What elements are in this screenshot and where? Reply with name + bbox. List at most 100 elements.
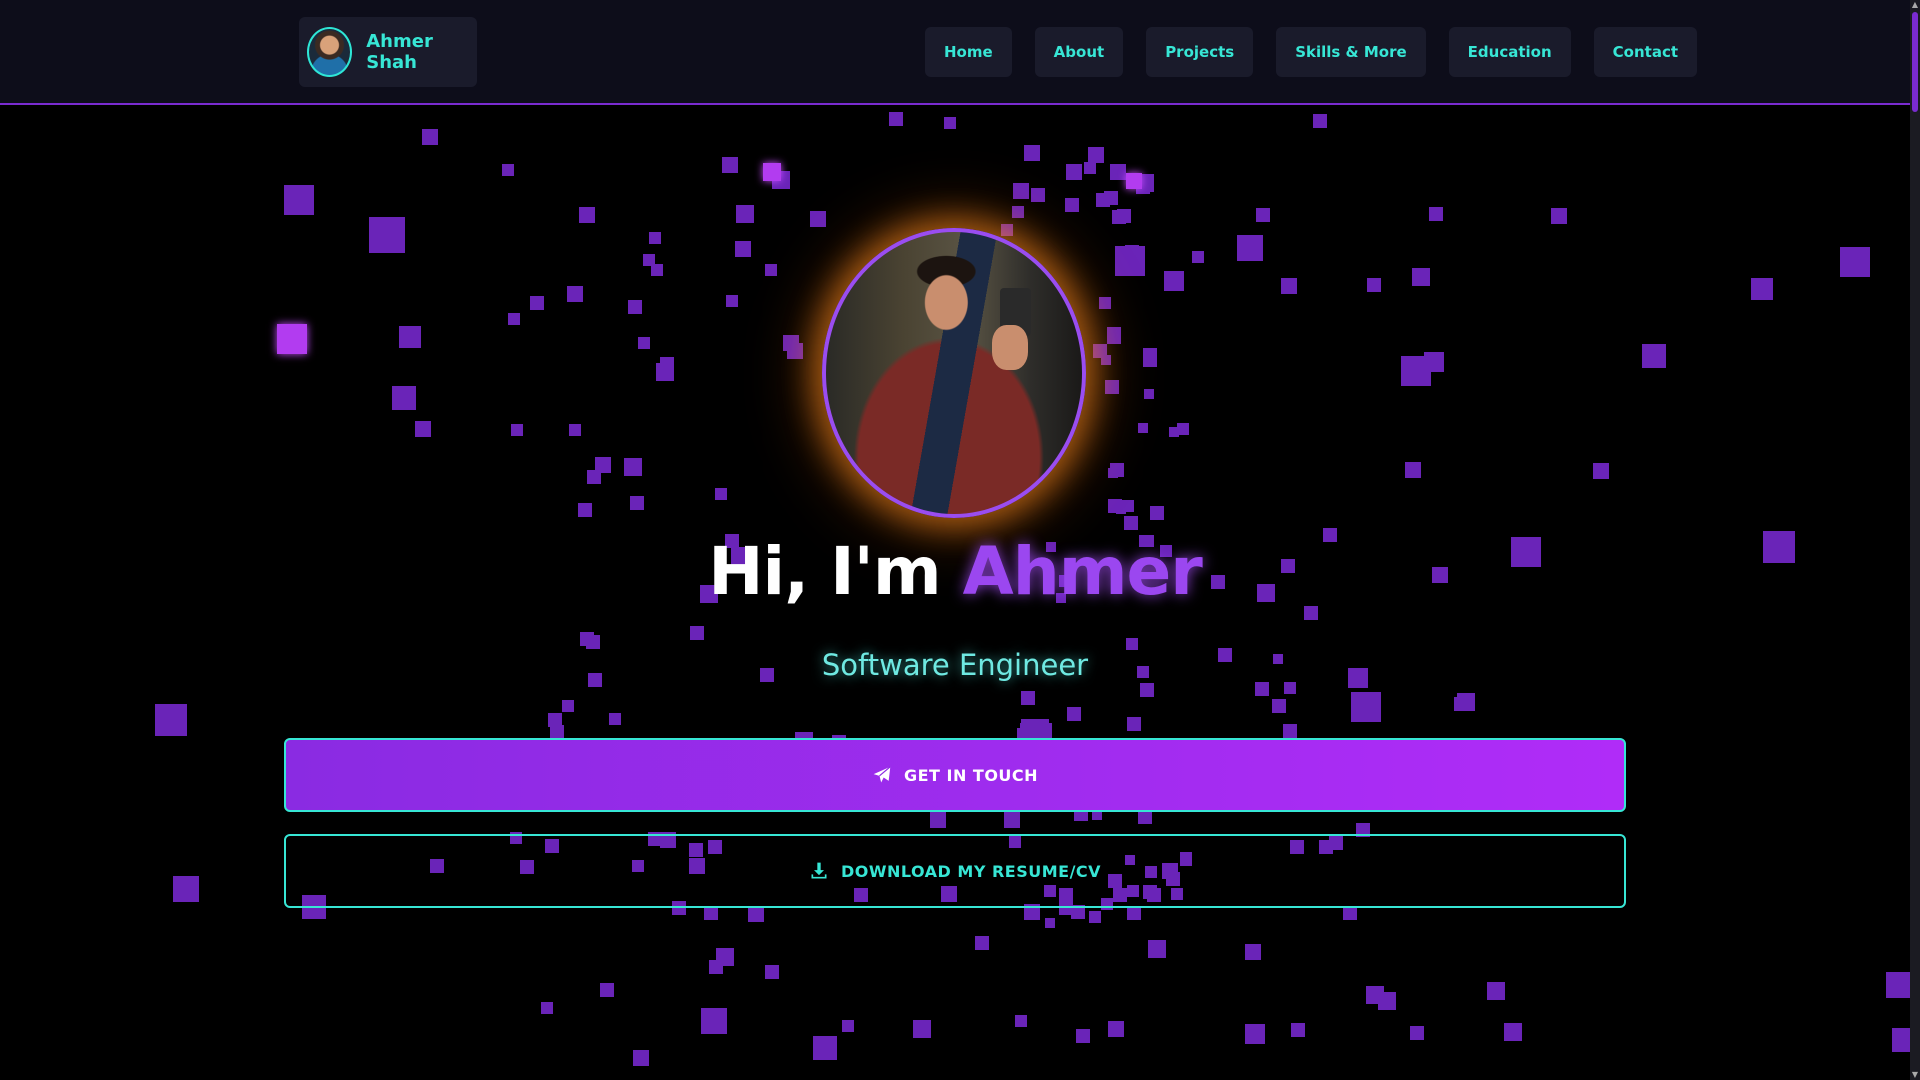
scroll-down-arrow-icon[interactable]: ▼ <box>1910 1070 1920 1080</box>
particle-square <box>772 171 790 189</box>
navbar: Ahmer Shah Home About Projects Skills & … <box>0 0 1910 105</box>
particle-square <box>704 906 718 920</box>
nav-skills[interactable]: Skills & More <box>1276 27 1426 77</box>
particle-square <box>1117 209 1131 223</box>
particle-square <box>1148 940 1166 958</box>
particle-square <box>783 335 799 351</box>
particle-square <box>944 117 956 129</box>
nav-about[interactable]: About <box>1034 27 1124 77</box>
particle-square <box>550 725 564 739</box>
particle-square <box>1551 208 1567 224</box>
particle-square <box>1004 812 1020 828</box>
particle-square <box>1124 516 1138 530</box>
particle-square <box>1138 423 1148 433</box>
particle-square <box>579 207 595 223</box>
particle-square <box>1840 247 1870 277</box>
particle-square <box>643 254 655 266</box>
nav-education[interactable]: Education <box>1448 27 1571 77</box>
particle-square-glow <box>277 324 307 354</box>
hero-title: Hi, I'm Ahmer <box>0 533 1910 610</box>
particle-square <box>624 458 642 476</box>
particle-square <box>638 337 650 349</box>
page-scrollbar[interactable]: ▲ ▼ <box>1910 0 1920 1080</box>
nav-projects[interactable]: Projects <box>1146 27 1254 77</box>
particle-square <box>1116 504 1126 514</box>
particle-square <box>1136 174 1154 192</box>
hero-title-name: Ahmer <box>962 533 1203 610</box>
particle-square <box>1045 918 1055 928</box>
particle-square <box>600 983 614 997</box>
particle-square <box>1313 114 1327 128</box>
particle-square <box>716 948 734 966</box>
particle-square <box>1886 972 1912 998</box>
particle-square <box>913 1020 931 1038</box>
paper-plane-icon <box>872 765 892 785</box>
particle-square <box>595 457 611 473</box>
particle-square <box>1001 224 1013 236</box>
particle-square <box>1245 944 1261 960</box>
particle-square <box>1110 164 1126 180</box>
particle-square <box>1378 992 1396 1010</box>
particle-square <box>1143 348 1157 362</box>
particle-square <box>284 185 314 215</box>
particle-square <box>1401 356 1431 386</box>
particle-square <box>889 112 903 126</box>
particle-square <box>748 906 764 922</box>
particle-square <box>736 205 754 223</box>
particle-square <box>1101 355 1111 365</box>
particle-square <box>580 632 594 646</box>
particle-square <box>1272 699 1286 713</box>
particle-square <box>1115 246 1145 276</box>
get-in-touch-button[interactable]: GET IN TOUCH <box>284 738 1626 812</box>
particle-square <box>567 286 583 302</box>
particle-square <box>1366 986 1384 1004</box>
brand-name: Ahmer Shah <box>366 31 433 73</box>
particle-square <box>392 386 416 410</box>
scroll-up-arrow-icon[interactable]: ▲ <box>1910 0 1920 10</box>
particle-square <box>1256 208 1270 222</box>
particle-square <box>1504 1023 1522 1041</box>
particle-square <box>1104 191 1118 205</box>
brand-logo[interactable]: Ahmer Shah <box>299 17 477 87</box>
hero-subtitle: Software Engineer <box>821 648 1089 682</box>
particle-square <box>1099 297 1111 309</box>
particle-square <box>1105 380 1119 394</box>
particle-square <box>1088 147 1104 163</box>
particle-square <box>1751 278 1773 300</box>
scroll-thumb[interactable] <box>1912 12 1918 112</box>
particle-square <box>1144 389 1154 399</box>
particle-square <box>1593 463 1609 479</box>
particle-square <box>1089 911 1101 923</box>
particle-square <box>1405 462 1421 478</box>
nav-contact[interactable]: Contact <box>1593 27 1698 77</box>
download-resume-button[interactable]: DOWNLOAD MY RESUME/CV <box>284 834 1626 908</box>
particle-square <box>1424 352 1444 372</box>
particle-square <box>1429 207 1443 221</box>
particle-square <box>1143 353 1157 367</box>
particle-square-glow <box>1126 173 1142 189</box>
particle-square <box>1140 683 1154 697</box>
particle-square <box>1343 906 1357 920</box>
particle-square <box>1012 206 1024 218</box>
particle-square <box>690 626 704 640</box>
particle-square <box>569 424 581 436</box>
particle-square <box>1015 1015 1027 1027</box>
download-resume-label: DOWNLOAD MY RESUME/CV <box>840 861 1102 881</box>
particle-square <box>369 217 405 253</box>
particle-square <box>787 343 803 359</box>
particle-square <box>1093 344 1107 358</box>
particle-square <box>1136 180 1150 194</box>
particle-square <box>633 1050 649 1066</box>
particle-square <box>1024 145 1040 161</box>
particle-square <box>173 876 199 902</box>
particle-square <box>1410 1026 1424 1040</box>
particle-square <box>1291 1023 1305 1037</box>
nav-home[interactable]: Home <box>925 27 1012 77</box>
particle-square <box>628 300 642 314</box>
particle-square <box>975 936 989 950</box>
particle-square <box>1192 251 1204 263</box>
particle-square <box>1281 278 1297 294</box>
particle-square <box>1021 691 1035 705</box>
particle-square <box>541 1002 553 1014</box>
particle-square <box>765 264 777 276</box>
